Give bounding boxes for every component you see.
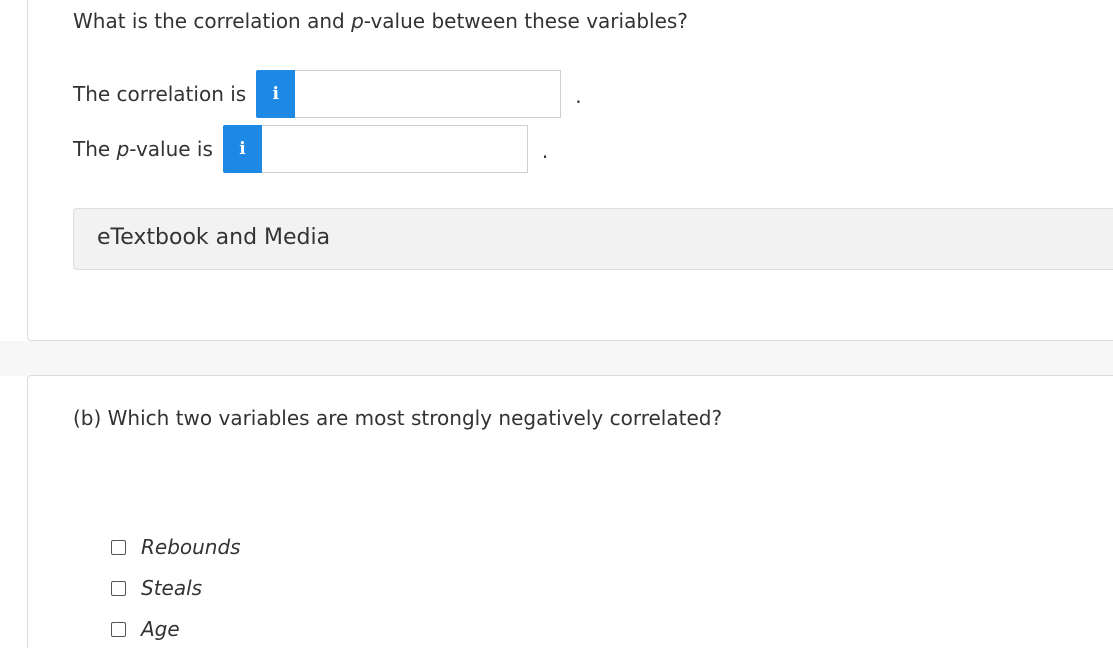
question-a-italic-p: p xyxy=(351,9,364,33)
question-a-prefix: What is the correlation and xyxy=(73,9,352,33)
card-gap xyxy=(0,341,1113,376)
option-age[interactable]: Age xyxy=(111,617,180,641)
pvalue-input[interactable] xyxy=(261,125,528,173)
pvalue-label: The p-value is xyxy=(73,137,213,161)
pvalue-label-italic-p: p xyxy=(116,137,130,161)
question-b-text: (b) Which two variables are most strongl… xyxy=(73,406,723,430)
option-label: Steals xyxy=(141,576,203,600)
question-a-text: What is the correlation and p-value betw… xyxy=(73,7,688,35)
page: What is the correlation and p-value betw… xyxy=(0,0,1113,648)
pvalue-period: . xyxy=(541,139,549,163)
correlation-period: . xyxy=(575,84,582,108)
pvalue-label-suffix: -value is xyxy=(129,137,213,161)
info-icon[interactable]: i xyxy=(256,70,296,118)
option-steals[interactable]: Steals xyxy=(111,576,202,600)
question-a-suffix: -value between these variables? xyxy=(363,9,688,33)
info-icon[interactable]: i xyxy=(222,125,262,173)
pvalue-label-prefix: The xyxy=(73,137,117,161)
checkbox-icon[interactable] xyxy=(111,580,126,596)
option-rebounds[interactable]: Rebounds xyxy=(111,535,241,559)
correlation-input[interactable] xyxy=(295,70,562,118)
correlation-row: The correlation is i . xyxy=(73,70,582,118)
option-label: Age xyxy=(141,617,180,641)
checkbox-icon[interactable] xyxy=(111,539,126,555)
etextbook-media-label: eTextbook and Media xyxy=(97,225,331,250)
checkbox-icon[interactable] xyxy=(111,621,126,637)
option-label: Rebounds xyxy=(141,535,241,559)
etextbook-media-button[interactable]: eTextbook and Media xyxy=(73,208,1113,270)
pvalue-row: The p-value is i . xyxy=(73,125,548,173)
correlation-label: The correlation is xyxy=(73,82,247,106)
